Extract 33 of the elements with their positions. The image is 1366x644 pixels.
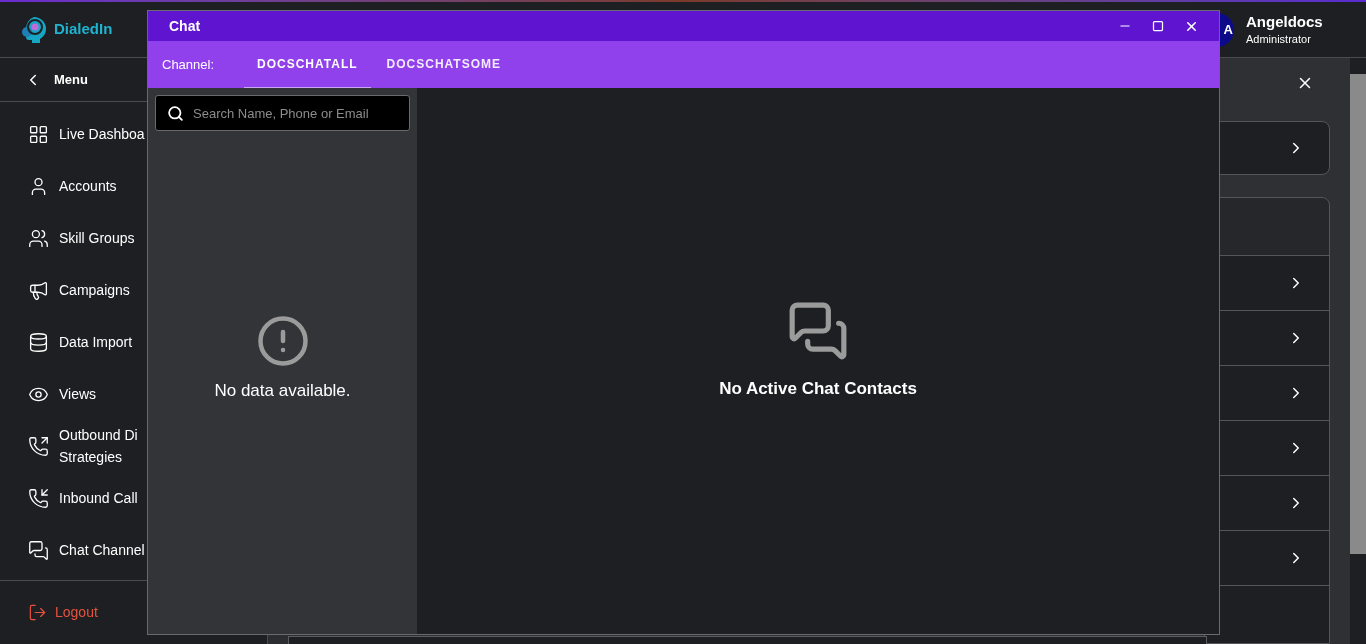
- phone-incoming-icon: [28, 487, 49, 509]
- chat-bubbles-icon: [787, 300, 849, 362]
- empty-message: No data available.: [214, 380, 351, 403]
- sidebar-item[interactable]: Outbound Di Strategies: [0, 420, 146, 472]
- dashboard-icon: [28, 123, 49, 145]
- sidebar-item[interactable]: Chat Channel: [0, 524, 146, 576]
- sidebar-item[interactable]: Inbound Call: [0, 472, 146, 524]
- channel-label: Channel:: [162, 55, 216, 74]
- scrollbar[interactable]: [1350, 58, 1366, 644]
- phone-outgoing-icon: [28, 435, 49, 457]
- search-icon: [167, 105, 184, 122]
- user-role: Administrator: [1246, 31, 1312, 47]
- users-icon: [28, 227, 49, 249]
- sidebar-item[interactable]: Live Dashboa: [0, 108, 146, 160]
- database-icon: [28, 331, 49, 353]
- chat-bubbles-icon: [28, 539, 49, 561]
- empty-message: No Active Chat Contacts: [719, 378, 917, 400]
- sidebar-item[interactable]: Views: [0, 368, 146, 420]
- user-name: Angeldocs: [1246, 12, 1324, 31]
- sidebar-item[interactable]: Skill Groups: [0, 212, 146, 264]
- logout-icon: [28, 603, 47, 622]
- sidebar-item[interactable]: Campaigns: [0, 264, 146, 316]
- logo-text: DialedIn: [54, 19, 113, 40]
- menu-title: Menu: [54, 70, 88, 89]
- alert-icon: [255, 314, 310, 369]
- logout-link[interactable]: Logout: [55, 602, 98, 623]
- maximize-icon[interactable]: [1152, 20, 1164, 32]
- channel-tab[interactable]: DOCSCHATSOME: [370, 41, 517, 88]
- megaphone-icon: [28, 279, 49, 301]
- sidebar-item[interactable]: Data Import: [0, 316, 146, 368]
- search-field[interactable]: Search Name, Phone or Email: [155, 95, 410, 131]
- window-title: Chat: [169, 16, 201, 36]
- sidebar-item[interactable]: Accounts: [0, 160, 146, 212]
